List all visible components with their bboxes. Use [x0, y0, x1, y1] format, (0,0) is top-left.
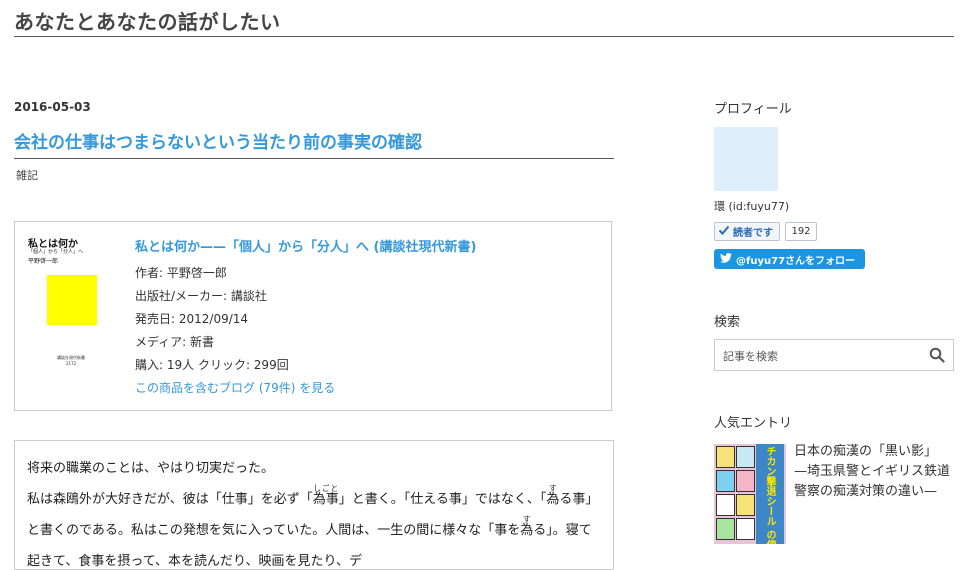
check-icon: [718, 224, 730, 239]
thumb-panel: [736, 446, 755, 468]
thumb-title-band: チカン撃退シール の使い方: [756, 444, 784, 544]
product-info: 私とは何か——「個人」から「分人」へ (講談社現代新書) 作者: 平野啓一郎 出…: [135, 236, 605, 400]
blog-title[interactable]: あなたとあなたの話がしたい: [14, 6, 281, 35]
cover-subtitle: 「個人」から「分人」へ: [28, 249, 84, 255]
ruby-reading: しごと: [312, 484, 339, 493]
popular-entries-heading: 人気エントリ: [714, 416, 793, 431]
ruby-base: 為事: [312, 492, 339, 507]
thumb-panel: [736, 494, 755, 516]
profile-id[interactable]: 環 (id:fuyu77): [714, 198, 789, 214]
entry-title-link[interactable]: 会社の仕事はつまらないという当たり前の事実の確認: [14, 128, 614, 159]
product-blog-link[interactable]: この商品を含むブログ (79件) を見る: [135, 377, 605, 400]
product-stats: 購入: 19人 クリック: 299回: [135, 358, 289, 372]
cover-author: 平野啓一郎: [28, 258, 59, 265]
thumb-panel: [716, 446, 735, 468]
search-heading: 検索: [714, 315, 741, 330]
thumb-panel: [736, 470, 755, 492]
search-form: [714, 339, 954, 371]
product-author: 作者: 平野啓一郎: [135, 266, 227, 280]
ruby-reading: す: [546, 484, 560, 493]
profile-avatar[interactable]: [714, 127, 778, 191]
cover-square: [47, 275, 97, 325]
thumb-panel: [716, 470, 735, 492]
product-release-date: 発売日: 2012/09/14: [135, 312, 249, 326]
cover-series-number: 2172: [66, 361, 77, 366]
thumb-panel: [736, 518, 755, 540]
body-paragraph-1: 将来の職業のことは、やはり切実だった。: [27, 461, 275, 476]
reader-button[interactable]: 読者です: [714, 222, 780, 241]
ruby-base: 為: [520, 523, 534, 538]
body-text-segment: 」と書く。「仕える事」ではなく、「: [338, 492, 547, 507]
book-cover-image[interactable]: 私とは何か 「個人」から「分人」へ 平野啓一郎 講談社現代新書 2172: [26, 234, 126, 374]
reader-button-label: 読者です: [733, 228, 773, 239]
twitter-bird-icon: [720, 252, 732, 266]
ruby-reading: す: [520, 515, 534, 524]
thumb-panel: [716, 518, 735, 540]
thumb-title-text: チカン撃退シール の使い方: [764, 446, 775, 544]
entry-date: 2016-05-03: [14, 100, 91, 114]
ruby-shigoto: 為事しごと: [312, 484, 339, 507]
ruby-su: 為す: [520, 515, 534, 538]
popular-entry-thumbnail[interactable]: チカン撃退シール の使い方: [714, 444, 786, 544]
body-text-segment: 私は森鴎外が大好きだが、彼は「仕事」を必ず「: [27, 492, 313, 507]
ruby-su: 為す: [546, 484, 560, 507]
entry-category[interactable]: 雑記: [16, 167, 38, 183]
thumb-panel: [716, 494, 735, 516]
body-paragraph-2: 私は森鴎外が大好きだが、彼は「仕事」を必ず「為事しごと」と書く。「仕える事」では…: [27, 484, 601, 569]
search-input[interactable]: [721, 345, 925, 367]
title-divider: [14, 36, 954, 37]
search-icon[interactable]: [929, 347, 945, 363]
product-maker: 出版社/メーカー: 講談社: [135, 289, 267, 303]
ruby-base: 為: [546, 492, 560, 507]
product-title-link[interactable]: 私とは何か——「個人」から「分人」へ (講談社現代新書): [135, 236, 605, 255]
profile-heading: プロフィール: [714, 102, 792, 117]
twitter-follow-label: @fuyu77さんをフォロー: [736, 255, 856, 267]
product-box: 私とは何か 「個人」から「分人」へ 平野啓一郎 講談社現代新書 2172 私とは…: [14, 221, 612, 411]
reader-count: 192: [785, 222, 817, 241]
product-media: メディア: 新書: [135, 335, 215, 349]
twitter-follow-button[interactable]: @fuyu77さんをフォロー: [714, 249, 865, 269]
popular-entry-link[interactable]: 日本の痴漢の「黒い影」 —埼玉県警とイギリス鉄道警察の痴漢対策の違い—: [794, 442, 954, 502]
